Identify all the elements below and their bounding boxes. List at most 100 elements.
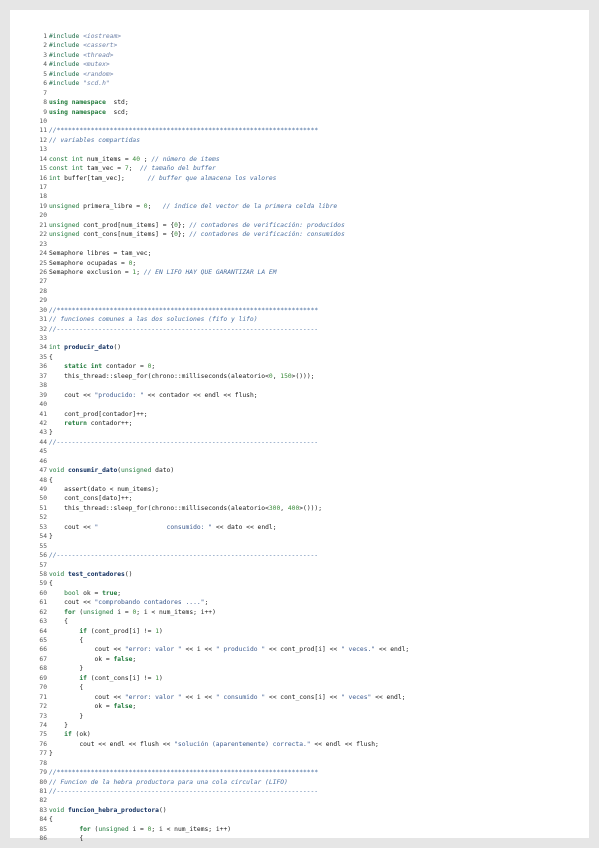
- code-token: cout <<: [49, 599, 95, 607]
- line-number: 56: [39, 552, 47, 560]
- line-number: 39: [39, 391, 47, 399]
- code-line: 26 Semaphore exclusion = 1; // EN LIFO HA…: [34, 268, 409, 277]
- code-token: >()));: [299, 504, 322, 512]
- line-number: 65: [39, 637, 47, 644]
- code-token: }: [49, 712, 84, 720]
- line-number: 15: [39, 165, 47, 173]
- code-token: {: [49, 476, 53, 484]
- code-token: cont_cons[num_items] = {: [79, 231, 175, 239]
- code-token: (): [158, 806, 167, 814]
- code-line: 6 #include "scd.h": [34, 79, 409, 88]
- code-line: 7: [34, 89, 409, 98]
- code-token: (: [75, 608, 84, 616]
- code-token: ok =: [79, 589, 103, 597]
- code-line: 65 {: [34, 636, 409, 645]
- code-line: 13: [34, 145, 409, 154]
- code-token: << dato << endl;: [212, 523, 277, 531]
- code-line: 78: [34, 759, 409, 768]
- line-number: 3: [43, 51, 47, 59]
- code-token: #include: [49, 70, 84, 78]
- code-token: "comprobando contadores ....": [94, 599, 205, 607]
- code-line: 68 }: [34, 664, 409, 673]
- code-line: 31// funciones comunes a las dos solucio…: [34, 315, 409, 324]
- code-line: 38: [34, 381, 409, 390]
- code-line: 52: [34, 513, 409, 522]
- line-number: 86: [39, 835, 47, 843]
- code-line: 24 Semaphore libres = tam_vec;: [34, 249, 409, 258]
- code-line: 84{: [34, 815, 409, 824]
- code-token: test_contadores: [64, 570, 125, 578]
- code-token: //--------------------------------------…: [49, 552, 319, 560]
- code-line: 47 void consumir_dato(unsigned dato): [34, 466, 409, 475]
- line-number: 1: [43, 33, 47, 40]
- code-token: //**************************************…: [49, 127, 319, 135]
- code-token: contador =: [102, 363, 148, 371]
- line-number: 42: [39, 419, 47, 427]
- line-number: 38: [39, 382, 47, 390]
- line-number: 37: [39, 372, 47, 380]
- line-number: 51: [39, 504, 47, 512]
- line-number: 4: [43, 61, 47, 69]
- code-line: 61 cout << "comprobando contadores ...."…: [34, 598, 409, 607]
- code-token: " veces.": [340, 646, 376, 654]
- code-line: 41 cont_prod[contador]++;: [34, 410, 409, 419]
- code-token: int: [49, 174, 61, 182]
- code-token: //**************************************…: [49, 306, 319, 314]
- code-token: }: [49, 665, 84, 673]
- line-number: 14: [39, 155, 47, 163]
- code-line: 76 cout << endl << flush << "solución (a…: [34, 740, 409, 749]
- code-token: << i <<: [181, 646, 216, 654]
- code-token: << cont_cons[i] <<: [265, 693, 341, 701]
- code-line: 12// variables compartidas: [34, 136, 409, 145]
- code-line: 45: [34, 447, 409, 456]
- line-number: 26: [39, 268, 47, 276]
- line-number: 30: [39, 306, 47, 314]
- line-number: 11: [39, 127, 47, 135]
- code-token: {: [49, 835, 84, 843]
- code-line: 29: [34, 296, 409, 305]
- code-line: 46: [34, 457, 409, 466]
- code-token: if: [79, 627, 87, 635]
- line-number: 48: [39, 476, 47, 484]
- code-line: 53 cout << " consumido: " << dato << end…: [34, 523, 409, 532]
- code-line: 56//------------------------------------…: [34, 551, 409, 560]
- line-number: 18: [39, 193, 47, 201]
- code-line: 42 return contador++;: [34, 419, 409, 428]
- line-number: 20: [39, 212, 47, 220]
- code-token: " consumido: ": [94, 523, 213, 531]
- code-line: 59{: [34, 579, 409, 588]
- code-line: 63 {: [34, 617, 409, 626]
- code-token: assert(dato < num_items);: [49, 486, 159, 493]
- line-number: 75: [39, 731, 47, 739]
- line-number: 8: [43, 99, 47, 107]
- line-number: 47: [39, 467, 47, 475]
- code-token: <cassert>: [83, 42, 118, 50]
- code-token: cout <<: [49, 693, 125, 701]
- code-line: 54}: [34, 532, 409, 541]
- code-line: 51 this_thread::sleep_for(chrono::millis…: [34, 504, 409, 513]
- code-token: ; i < num_items; i++): [136, 608, 216, 616]
- code-line: 28: [34, 287, 409, 296]
- line-number: 55: [39, 542, 47, 550]
- code-line: 16 int buffer[tam_vec]; // buffer que alm…: [34, 174, 409, 183]
- code-token: ;: [136, 268, 144, 276]
- code-token: i =: [113, 608, 133, 616]
- code-token: if: [79, 674, 87, 682]
- line-number: 5: [43, 70, 47, 78]
- code-token: 40: [132, 155, 141, 163]
- line-number: 58: [39, 570, 47, 578]
- code-token: if: [64, 731, 72, 739]
- code-token: void: [49, 806, 65, 814]
- line-number: 9: [43, 108, 47, 116]
- line-number: 54: [39, 533, 47, 541]
- code-token: ;: [140, 155, 152, 163]
- code-token: false: [113, 655, 133, 663]
- code-token: "solución (aparentemente) correcta.": [174, 740, 311, 748]
- code-token: };: [177, 231, 190, 239]
- code-token: <random>: [83, 70, 114, 78]
- code-token: " consumido ": [215, 693, 266, 701]
- code-token: << contador << endl << flush;: [143, 391, 258, 399]
